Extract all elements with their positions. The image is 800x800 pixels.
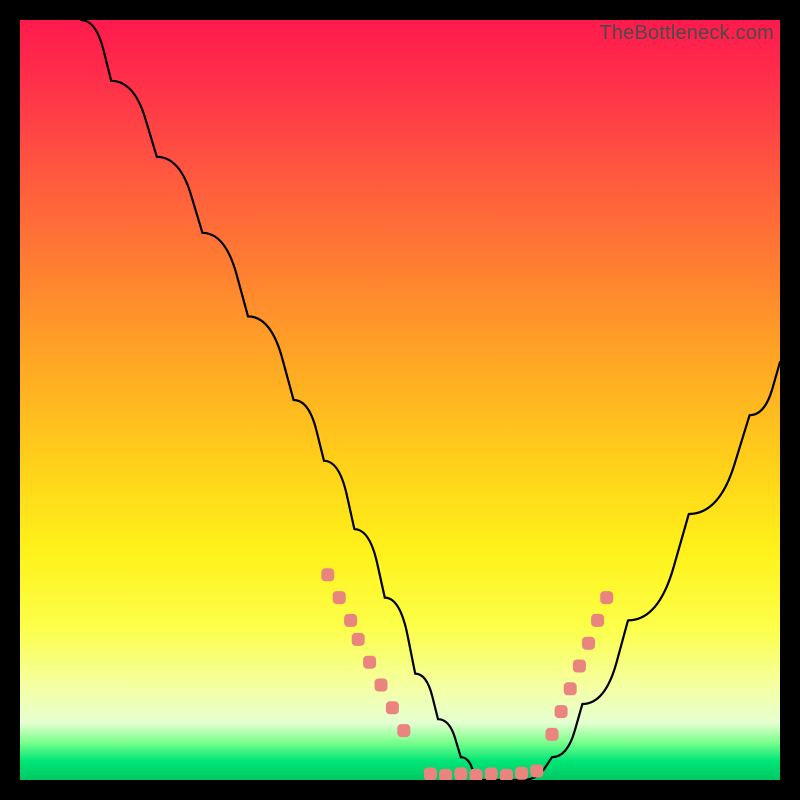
bottleneck-curve [81, 20, 780, 780]
data-marker [485, 767, 498, 780]
marker-cluster-left [321, 568, 410, 737]
data-marker [454, 767, 467, 780]
data-marker [500, 769, 513, 780]
data-marker [600, 591, 613, 604]
data-marker [555, 705, 568, 718]
data-marker [591, 614, 604, 627]
watermark-text: TheBottleneck.com [599, 22, 774, 45]
data-marker [470, 769, 483, 780]
data-marker [321, 568, 334, 581]
data-marker [515, 767, 528, 780]
data-marker [397, 724, 410, 737]
data-marker [546, 728, 559, 741]
data-marker [363, 656, 376, 669]
data-marker [564, 682, 577, 695]
data-marker [582, 637, 595, 650]
data-marker [424, 767, 437, 780]
data-marker [333, 591, 346, 604]
chart-svg [20, 20, 780, 780]
data-marker [386, 701, 399, 714]
data-marker [573, 660, 586, 673]
data-marker [530, 764, 543, 777]
chart-frame: TheBottleneck.com [20, 20, 780, 780]
data-marker [352, 633, 365, 646]
data-marker [344, 614, 357, 627]
data-marker [375, 679, 388, 692]
marker-cluster-valley [424, 764, 543, 780]
data-marker [439, 769, 452, 780]
